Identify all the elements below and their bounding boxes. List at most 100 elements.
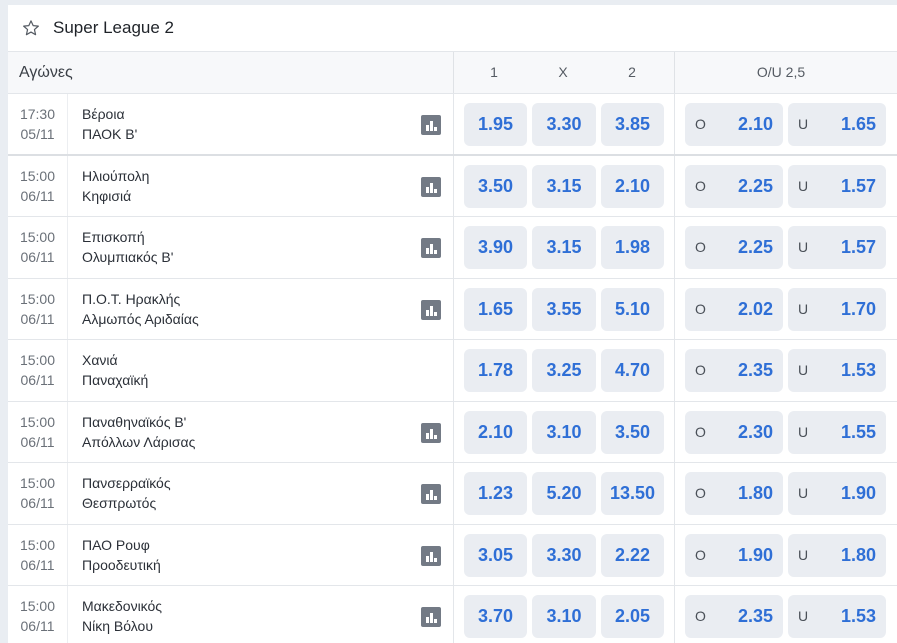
match-row[interactable]: 15:00 06/11 ΠΑΟ Ρουφ Προοδευτική 3.05 3.30 2.2… <box>8 524 897 586</box>
odds-home-button[interactable]: 3.50 <box>464 164 527 208</box>
odds-value: 3.05 <box>477 544 514 565</box>
odds-away-button[interactable]: 5.10 <box>601 287 664 331</box>
over-odds-button[interactable]: O 1.90 <box>685 533 783 577</box>
stats-bar-chart-icon[interactable] <box>421 607 441 627</box>
over-odds-button[interactable]: O 1.80 <box>685 472 783 515</box>
over-label: O <box>695 116 706 132</box>
match-row[interactable]: 15:00 06/11 Επισκοπή Ολυμπιακός Β' 3.90 3.15 1… <box>8 217 897 279</box>
home-team: ΠΑΟ Ρουφ <box>82 536 150 553</box>
odds-home-button[interactable]: 2.10 <box>464 410 527 454</box>
under-value: 1.90 <box>840 483 876 503</box>
under-odds-button[interactable]: U 1.65 <box>788 103 886 146</box>
match-row[interactable]: 15:00 06/11 Ηλιούπολη Κηφισιά 3.50 3.15 2.10 O 2… <box>8 155 897 217</box>
stats-bar-chart-icon[interactable] <box>421 238 441 258</box>
under-value: 1.70 <box>840 298 876 319</box>
over-odds-button[interactable]: O 2.25 <box>685 226 783 269</box>
column-divider <box>674 586 675 643</box>
odds-value: 3.70 <box>477 606 514 626</box>
kickoff-time: 17:30 <box>19 105 56 122</box>
column-divider <box>674 401 675 462</box>
under-label: U <box>798 177 809 194</box>
over-odds-button[interactable]: O 2.35 <box>685 349 783 392</box>
stats-bar-chart-icon[interactable] <box>421 115 441 135</box>
match-row[interactable]: 15:00 06/11 Μακεδονικός Νίκη Βόλου 3.70 3.10 2… <box>8 586 897 643</box>
under-odds-button[interactable]: U 1.55 <box>788 410 886 454</box>
column-divider <box>453 155 454 216</box>
odds-draw-button[interactable]: 3.25 <box>532 349 596 392</box>
stats-bar-chart-icon[interactable] <box>421 299 441 320</box>
match-teams[interactable]: Ηλιούπολη Κηφισιά <box>82 156 149 217</box>
odds-away-button[interactable]: 2.10 <box>601 164 664 208</box>
odds-draw-button[interactable]: 3.30 <box>532 103 596 146</box>
under-odds-button[interactable]: U 1.80 <box>788 533 886 577</box>
odds-away-button[interactable]: 4.70 <box>601 349 664 392</box>
match-row[interactable]: 17:30 05/11 Βέροια ΠΑΟΚ Β' 1.95 3.30 3.85 O 2.10… <box>8 94 897 156</box>
odds-draw-button[interactable]: 3.15 <box>532 226 596 269</box>
match-teams[interactable]: Παναθηναϊκός Β' Απόλλων Λάρισας <box>82 402 195 463</box>
over-odds-button[interactable]: O 2.02 <box>685 287 783 331</box>
odds-home-button[interactable]: 1.23 <box>464 472 527 515</box>
match-teams[interactable]: Χανιά Παναχαϊκή <box>82 340 148 401</box>
odds-home-button[interactable]: 3.90 <box>464 226 527 269</box>
away-column-label: 2 <box>628 64 636 80</box>
match-row[interactable]: 15:00 06/11 Π.Ο.Τ. Ηρακλής Αλμωπός Αριδαίας… <box>8 278 897 340</box>
home-team: Χανιά <box>82 352 118 369</box>
odds-value: 1.98 <box>614 237 651 257</box>
odds-value: 2.10 <box>477 421 514 442</box>
odds-draw-button[interactable]: 3.10 <box>532 410 596 454</box>
odds-home-button[interactable]: 1.65 <box>464 287 527 331</box>
odds-away-button[interactable]: 3.50 <box>601 410 664 454</box>
match-teams[interactable]: Πανσερραϊκός Θεσπρωτός <box>82 463 171 524</box>
over-odds-button[interactable]: O 2.35 <box>685 595 783 638</box>
odds-home-button[interactable]: 1.95 <box>464 103 527 146</box>
odds-away-button[interactable]: 1.98 <box>601 226 664 269</box>
odds-value: 3.55 <box>546 298 582 319</box>
match-time: 15:00 06/11 <box>8 217 68 278</box>
odds-draw-button[interactable]: 5.20 <box>532 472 596 515</box>
stats-bar-chart-icon[interactable] <box>421 176 441 197</box>
over-odds-button[interactable]: O 2.10 <box>685 103 783 146</box>
match-row[interactable]: 15:00 06/11 Πανσερραϊκός Θεσπρωτός 1.23 5.20 1… <box>8 463 897 525</box>
over-odds-button[interactable]: O 2.30 <box>685 410 783 454</box>
under-odds-button[interactable]: U 1.90 <box>788 472 886 515</box>
match-teams[interactable]: Π.Ο.Τ. Ηρακλής Αλμωπός Αριδαίας <box>82 279 199 340</box>
odds-value: 3.30 <box>546 114 582 134</box>
over-odds-button[interactable]: O 2.25 <box>685 164 783 208</box>
match-teams[interactable]: ΠΑΟ Ρουφ Προοδευτική <box>82 525 161 586</box>
match-teams[interactable]: Επισκοπή Ολυμπιακός Β' <box>82 217 173 278</box>
under-value: 1.53 <box>840 360 876 380</box>
odds-away-button[interactable]: 13.50 <box>601 472 664 515</box>
odds-value: 3.10 <box>546 606 582 626</box>
odds-draw-button[interactable]: 3.55 <box>532 287 596 331</box>
odds-draw-button[interactable]: 3.30 <box>532 533 596 577</box>
odds-away-button[interactable]: 3.85 <box>601 103 664 146</box>
match-teams[interactable]: Βέροια ΠΑΟΚ Β' <box>82 94 137 154</box>
odds-away-button[interactable]: 2.05 <box>601 595 664 638</box>
under-odds-button[interactable]: U 1.70 <box>788 287 886 331</box>
kickoff-time: 15:00 <box>19 475 56 492</box>
home-team: Βέροια <box>82 105 125 122</box>
odds-home-button[interactable]: 3.70 <box>464 595 527 638</box>
odds-home-button[interactable]: 3.05 <box>464 533 527 577</box>
column-divider <box>453 278 454 339</box>
under-odds-button[interactable]: U 1.53 <box>788 349 886 392</box>
under-label: U <box>798 608 809 624</box>
under-odds-button[interactable]: U 1.53 <box>788 595 886 638</box>
star-outline-icon[interactable] <box>21 18 41 38</box>
under-odds-button[interactable]: U 1.57 <box>788 226 886 269</box>
over-value: 2.30 <box>737 421 773 442</box>
under-label: U <box>798 362 809 378</box>
match-row[interactable]: 15:00 06/11 Χανιά Παναχαϊκή 1.78 3.25 4.70 O 2.3… <box>8 340 897 402</box>
match-teams[interactable]: Μακεδονικός Νίκη Βόλου <box>82 586 162 643</box>
stats-bar-chart-icon[interactable] <box>421 422 441 443</box>
odds-draw-button[interactable]: 3.15 <box>532 164 596 208</box>
odds-home-button[interactable]: 1.78 <box>464 349 527 392</box>
kickoff-time: 15:00 <box>19 413 56 430</box>
stats-bar-chart-icon[interactable] <box>421 484 441 504</box>
match-row[interactable]: 15:00 06/11 Παναθηναϊκός Β' Απόλλων Λάρισας… <box>8 401 897 463</box>
odds-value: 1.23 <box>477 483 514 503</box>
odds-away-button[interactable]: 2.22 <box>601 533 664 577</box>
stats-bar-chart-icon[interactable] <box>421 545 441 566</box>
under-odds-button[interactable]: U 1.57 <box>788 164 886 208</box>
odds-draw-button[interactable]: 3.10 <box>532 595 596 638</box>
